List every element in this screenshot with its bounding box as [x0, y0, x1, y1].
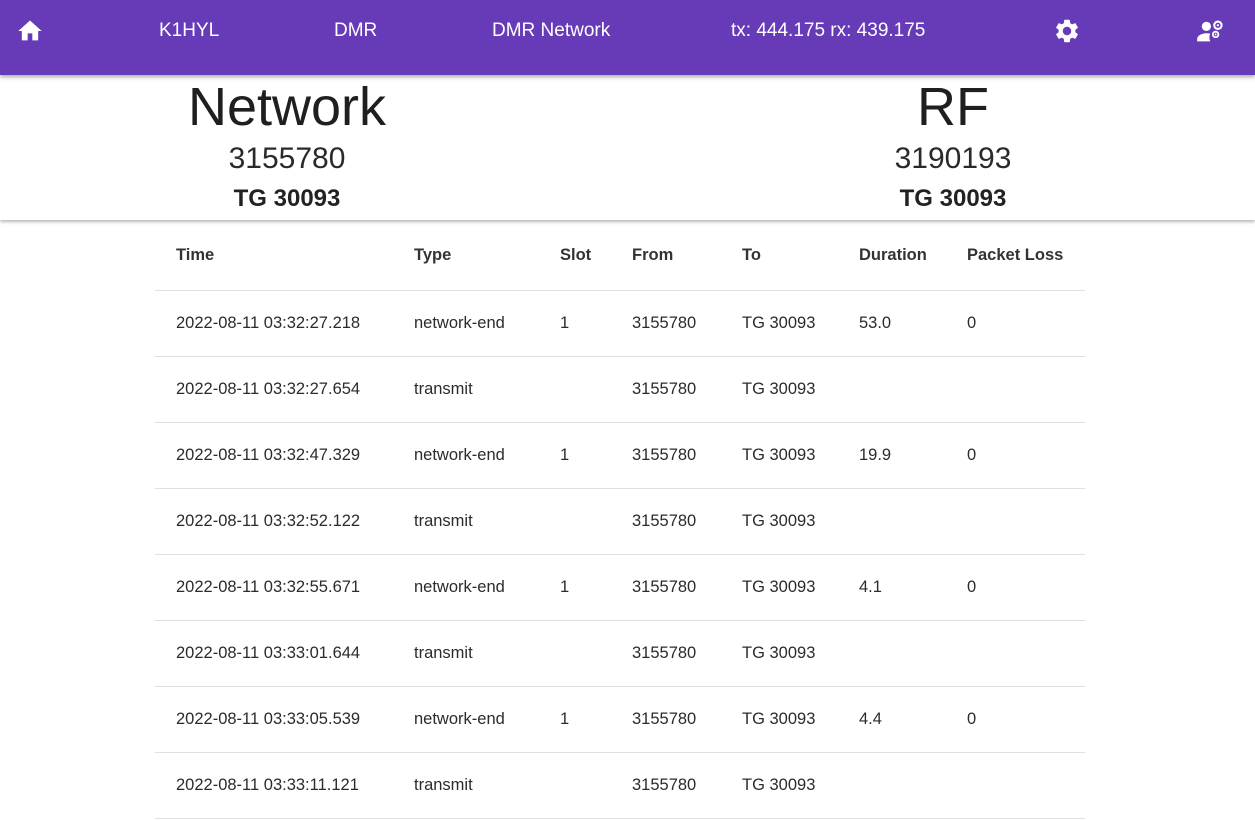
table-row: 2022-08-11 03:32:27.654 transmit 3155780… [155, 356, 1085, 423]
network-link[interactable]: DMR Network [492, 0, 610, 62]
cell-duration [859, 620, 967, 687]
cell-to: TG 30093 [742, 422, 859, 489]
rf-title: RF [917, 77, 989, 137]
table-row: 2022-08-11 03:33:05.539 network-end 1 31… [155, 686, 1085, 753]
cell-packet-loss: 0 [967, 554, 1085, 621]
cell-from: 3155780 [632, 620, 742, 687]
cell-type: network-end [414, 686, 560, 753]
cell-from: 3155780 [632, 356, 742, 423]
cell-duration [859, 356, 967, 423]
cell-packet-loss [967, 752, 1085, 819]
column-header-type[interactable]: Type [414, 220, 560, 291]
cell-slot [560, 488, 632, 555]
cell-duration: 53.0 [859, 290, 967, 357]
network-talkgroup: TG 30093 [233, 185, 341, 212]
column-header-slot[interactable]: Slot [560, 220, 632, 291]
cell-slot: 1 [560, 422, 632, 489]
cell-duration [859, 752, 967, 819]
cell-time: 2022-08-11 03:32:55.671 [155, 554, 414, 621]
cell-to: TG 30093 [742, 488, 859, 555]
table-row: 2022-08-11 03:32:27.218 network-end 1 31… [155, 290, 1085, 357]
cell-to: TG 30093 [742, 752, 859, 819]
table-row: 2022-08-11 03:32:52.122 transmit 3155780… [155, 488, 1085, 555]
cell-type: network-end [414, 422, 560, 489]
rf-source-id: 3190193 [894, 142, 1012, 175]
cell-slot [560, 620, 632, 687]
cell-time: 2022-08-11 03:32:52.122 [155, 488, 414, 555]
table-row: 2022-08-11 03:32:47.329 network-end 1 31… [155, 422, 1085, 489]
table-row: 2022-08-11 03:33:01.644 transmit 3155780… [155, 620, 1085, 687]
cell-packet-loss: 0 [967, 686, 1085, 753]
status-panel: Network 3155780 TG 30093 RF 3190193 TG 3… [0, 75, 1255, 220]
rf-talkgroup: TG 30093 [899, 185, 1007, 212]
cell-type: transmit [414, 488, 560, 555]
cell-time: 2022-08-11 03:32:27.218 [155, 290, 414, 357]
table-row: 2022-08-11 03:32:55.671 network-end 1 31… [155, 554, 1085, 621]
activity-table: Time Type Slot From To Duration Packet L… [155, 220, 1085, 819]
cell-duration: 4.1 [859, 554, 967, 621]
cell-time: 2022-08-11 03:33:05.539 [155, 686, 414, 753]
callsign-link[interactable]: K1HYL [159, 0, 219, 62]
frequency-label: tx: 444.175 rx: 439.175 [731, 20, 926, 41]
cell-type: network-end [414, 290, 560, 357]
mode-link[interactable]: DMR [334, 0, 377, 62]
cell-time: 2022-08-11 03:33:11.121 [155, 752, 414, 819]
cell-from: 3155780 [632, 554, 742, 621]
cell-type: transmit [414, 752, 560, 819]
cell-type: transmit [414, 620, 560, 687]
cell-type: network-end [414, 554, 560, 621]
cell-packet-loss [967, 488, 1085, 555]
network-source-id: 3155780 [228, 142, 346, 175]
cell-from: 3155780 [632, 752, 742, 819]
cell-type: transmit [414, 356, 560, 423]
cell-packet-loss: 0 [967, 290, 1085, 357]
column-header-packet-loss[interactable]: Packet Loss [967, 220, 1085, 291]
cell-packet-loss: 0 [967, 422, 1085, 489]
cell-to: TG 30093 [742, 356, 859, 423]
cell-slot: 1 [560, 554, 632, 621]
cell-time: 2022-08-11 03:32:27.654 [155, 356, 414, 423]
network-title: Network [187, 77, 387, 137]
cell-from: 3155780 [632, 686, 742, 753]
cell-to: TG 30093 [742, 686, 859, 753]
cell-duration: 4.4 [859, 686, 967, 753]
cell-slot: 1 [560, 686, 632, 753]
cell-slot [560, 752, 632, 819]
cell-packet-loss [967, 356, 1085, 423]
cell-duration [859, 488, 967, 555]
cell-time: 2022-08-11 03:32:47.329 [155, 422, 414, 489]
column-header-duration[interactable]: Duration [859, 220, 967, 291]
gear-icon[interactable] [1053, 17, 1081, 45]
user-settings-icon[interactable] [1196, 17, 1224, 45]
cell-from: 3155780 [632, 290, 742, 357]
cell-slot: 1 [560, 290, 632, 357]
cell-slot [560, 356, 632, 423]
cell-from: 3155780 [632, 422, 742, 489]
cell-from: 3155780 [632, 488, 742, 555]
table-row: 2022-08-11 03:33:11.121 transmit 3155780… [155, 752, 1085, 819]
column-header-time[interactable]: Time [155, 220, 414, 291]
cell-duration: 19.9 [859, 422, 967, 489]
cell-to: TG 30093 [742, 554, 859, 621]
cell-to: TG 30093 [742, 290, 859, 357]
cell-packet-loss [967, 620, 1085, 687]
column-header-to[interactable]: To [742, 220, 859, 291]
top-app-bar: K1HYL DMR DMR Network tx: 444.175 rx: 43… [0, 0, 1255, 75]
table-header-row: Time Type Slot From To Duration Packet L… [155, 220, 1085, 291]
cell-time: 2022-08-11 03:33:01.644 [155, 620, 414, 687]
cell-to: TG 30093 [742, 620, 859, 687]
column-header-from[interactable]: From [632, 220, 742, 291]
home-icon[interactable] [16, 17, 44, 45]
